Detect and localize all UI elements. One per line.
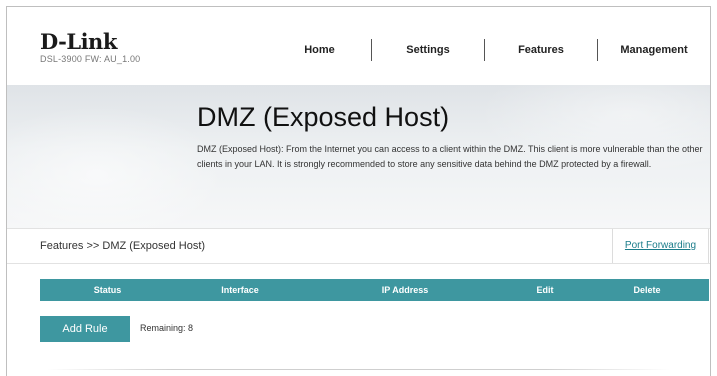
router-admin-page: D-Link DSL-3900 FW: AU_1.00 Home Setting… <box>6 6 711 376</box>
nav-features[interactable]: Features <box>485 39 597 61</box>
main-nav: Home Settings Features Management <box>268 39 710 61</box>
column-header-status: Status <box>93 285 122 295</box>
dlink-logo: D-Link <box>40 29 117 54</box>
hero-background-glow <box>7 105 227 228</box>
remaining-rules-count: Remaining: 8 <box>140 323 194 333</box>
column-header-ip-address: IP Address <box>381 285 429 295</box>
port-forwarding-tab: Port Forwarding <box>612 229 709 263</box>
column-header-edit: Edit <box>536 285 554 295</box>
nav-management[interactable]: Management <box>598 39 710 61</box>
model-firmware-info: DSL-3900 FW: AU_1.00 <box>40 54 141 64</box>
page-description: DMZ (Exposed Host): From the Internet yo… <box>197 144 703 169</box>
header: D-Link DSL-3900 FW: AU_1.00 Home Setting… <box>7 7 710 85</box>
column-header-delete: Delete <box>633 285 661 295</box>
add-rule-button[interactable]: Add Rule <box>40 316 130 342</box>
nav-home[interactable]: Home <box>268 39 371 61</box>
nav-settings[interactable]: Settings <box>372 39 484 61</box>
port-forwarding-link[interactable]: Port Forwarding <box>625 240 696 251</box>
column-header-interface: Interface <box>221 285 259 295</box>
hero-banner: DMZ (Exposed Host) DMZ (Exposed Host): F… <box>7 85 710 228</box>
page-title: DMZ (Exposed Host) <box>197 102 450 132</box>
breadcrumb: Features >> DMZ (Exposed Host) <box>40 240 206 252</box>
breadcrumb-bar: Features >> DMZ (Exposed Host) Port Forw… <box>7 228 710 264</box>
section-divider <box>47 369 670 370</box>
dmz-rules-table-header: Status Interface IP Address Edit Delete <box>40 279 709 301</box>
